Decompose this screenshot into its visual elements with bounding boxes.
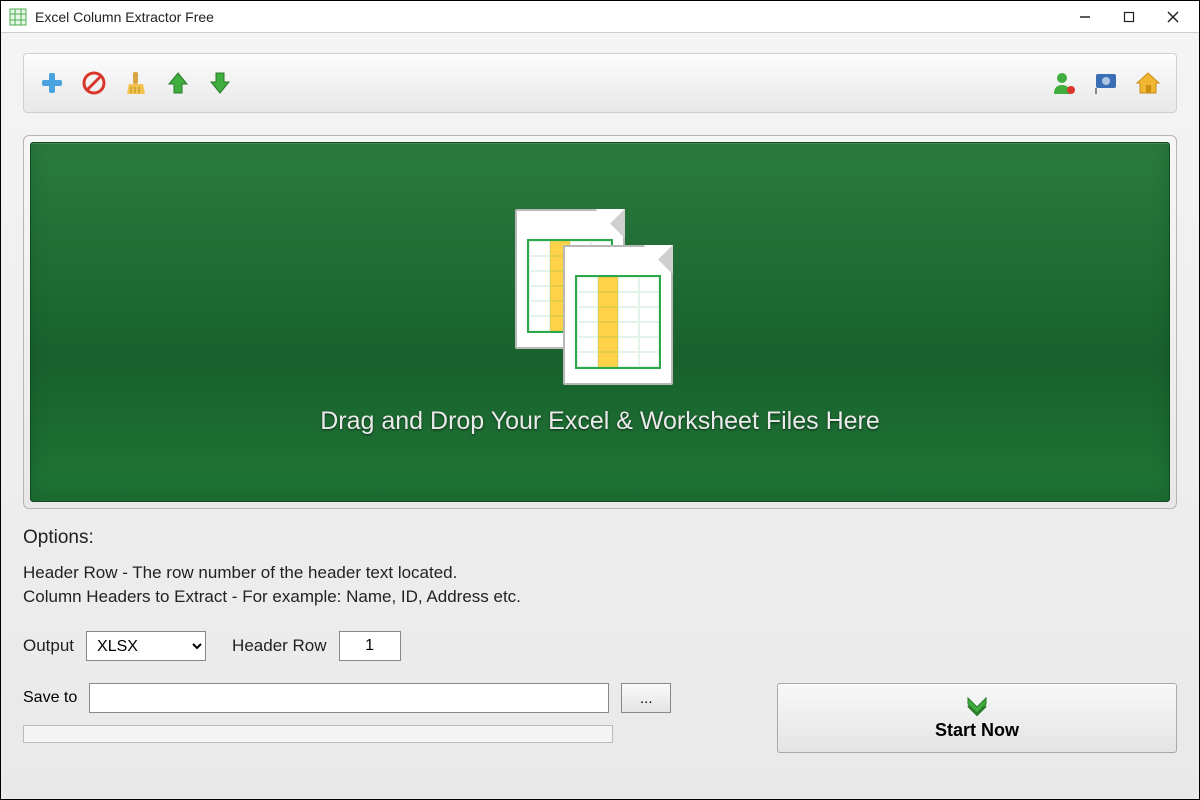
header-row-input[interactable] (339, 631, 401, 661)
maximize-icon (1123, 11, 1135, 23)
home-button[interactable] (1132, 67, 1164, 99)
move-up-button[interactable] (162, 67, 194, 99)
options-help-line-1: Header Row - The row number of the heade… (23, 563, 1177, 583)
document-illustration-icon (515, 209, 685, 379)
progress-bar (23, 725, 613, 743)
clear-icon (123, 70, 149, 96)
remove-button[interactable] (78, 67, 110, 99)
options-section: Options: Header Row - The row number of … (23, 527, 1177, 661)
flag-icon (1093, 70, 1119, 96)
app-window: Excel Column Extractor Free (0, 0, 1200, 800)
header-row-label: Header Row (232, 636, 327, 656)
titlebar: Excel Column Extractor Free (1, 1, 1199, 33)
move-up-icon (165, 70, 191, 96)
add-button[interactable] (36, 67, 68, 99)
window-title: Excel Column Extractor Free (35, 9, 1063, 25)
window-controls (1063, 3, 1195, 31)
dropzone-frame: Drag and Drop Your Excel & Worksheet Fil… (23, 135, 1177, 509)
add-icon (39, 70, 65, 96)
user-button[interactable] (1048, 67, 1080, 99)
close-button[interactable] (1151, 3, 1195, 31)
drop-zone[interactable]: Drag and Drop Your Excel & Worksheet Fil… (30, 142, 1170, 502)
move-down-icon (207, 70, 233, 96)
output-label: Output (23, 636, 74, 656)
options-heading: Options: (23, 527, 1177, 549)
minimize-button[interactable] (1063, 3, 1107, 31)
start-icon (964, 696, 990, 718)
remove-icon (81, 70, 107, 96)
toolbar (23, 53, 1177, 113)
minimize-icon (1079, 11, 1091, 23)
language-button[interactable] (1090, 67, 1122, 99)
app-icon (9, 8, 27, 26)
close-icon (1167, 11, 1179, 23)
output-format-select[interactable]: XLSX (86, 631, 206, 661)
start-now-button[interactable]: Start Now (777, 683, 1177, 753)
save-to-label: Save to (23, 689, 77, 707)
options-help-line-2: Column Headers to Extract - For example:… (23, 587, 1177, 607)
home-icon (1135, 70, 1161, 96)
save-path-input[interactable] (89, 683, 609, 713)
dropzone-text: Drag and Drop Your Excel & Worksheet Fil… (320, 407, 880, 436)
client-area: Drag and Drop Your Excel & Worksheet Fil… (1, 33, 1199, 799)
bottom-row: Save to ... Start Now (23, 683, 1177, 753)
browse-button[interactable]: ... (621, 683, 671, 713)
move-down-button[interactable] (204, 67, 236, 99)
clear-button[interactable] (120, 67, 152, 99)
user-icon (1051, 70, 1077, 96)
maximize-button[interactable] (1107, 3, 1151, 31)
start-button-label: Start Now (935, 720, 1019, 741)
